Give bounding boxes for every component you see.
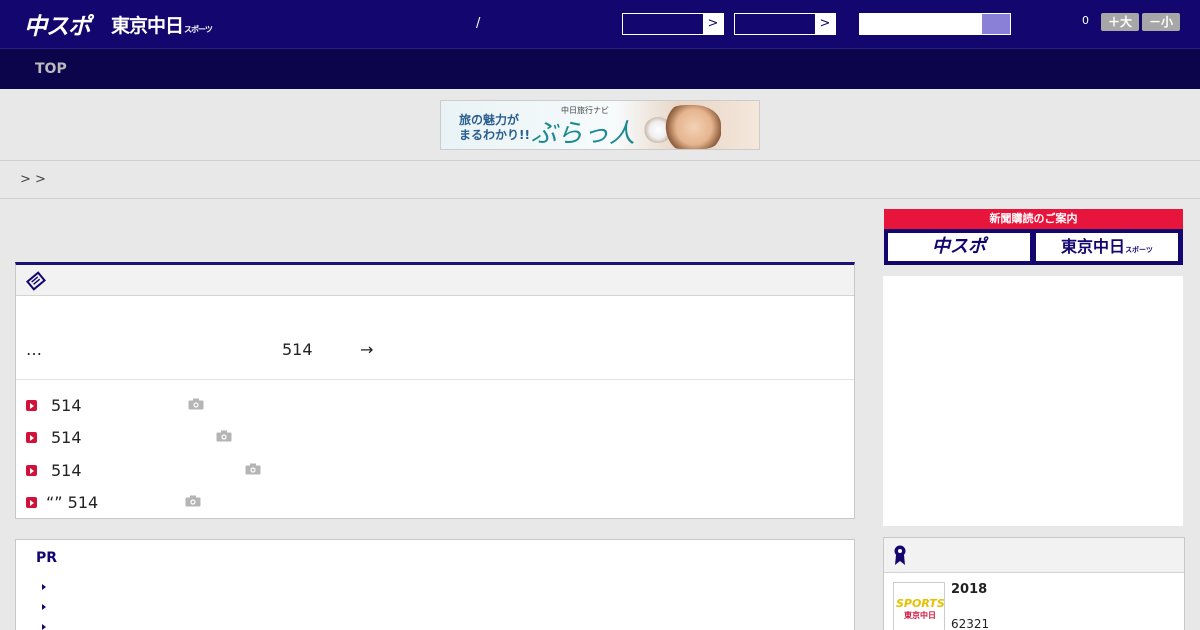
ranking-number: 62321	[951, 617, 990, 630]
ranking-thumbnail[interactable]: SPORTS!! 東京中日	[893, 582, 945, 630]
list-item-text: 514	[51, 428, 82, 447]
arrow-right-icon[interactable]: →	[360, 340, 373, 359]
list-item[interactable]: 514	[16, 427, 854, 449]
pr-title: PR	[36, 550, 58, 566]
list-item[interactable]: 514	[16, 460, 854, 482]
subscribe-tokyo-label: 東京中日	[1061, 237, 1126, 256]
banner-line2: まるわかり!!	[459, 128, 530, 142]
chuspo-logo[interactable]: 中スポ	[24, 7, 91, 41]
camera-icon	[245, 463, 261, 475]
play-icon	[26, 432, 37, 443]
thumb-subtitle: 東京中日	[904, 611, 936, 620]
search-input[interactable]	[859, 13, 1011, 35]
search-button[interactable]	[982, 14, 1010, 34]
breadcrumb[interactable]: > >	[20, 172, 46, 187]
font-smaller-button[interactable]: －小	[1142, 13, 1180, 31]
chevron-right-icon[interactable]: >	[815, 14, 835, 34]
subscribe-tokyo-button[interactable]: 東京中日スポーツ	[1036, 233, 1178, 261]
site-header: 中スポ 東京中日スポーツ / > > 0 ＋大 －小	[0, 0, 1200, 48]
tokyo-logo-suffix: スポーツ	[184, 25, 213, 34]
list-item-text: 514	[51, 461, 82, 480]
category-select-2[interactable]: >	[734, 13, 836, 35]
play-icon	[26, 465, 37, 476]
category-select-1[interactable]: >	[622, 13, 724, 35]
banner-small-text: 中日旅行ナビ	[561, 106, 609, 115]
lead-article[interactable]: … 514 →	[16, 297, 854, 380]
bullet-triangle-icon[interactable]	[42, 624, 46, 630]
divider	[0, 160, 1200, 161]
play-icon	[26, 400, 37, 411]
header-divider: /	[476, 16, 481, 31]
woman-photo	[661, 105, 721, 149]
list-item[interactable]: 514	[16, 395, 854, 417]
subscribe-chuspo-button[interactable]: 中スポ	[888, 233, 1030, 261]
list-item[interactable]: “” 514	[16, 492, 854, 514]
thumb-title: SPORTS!!	[896, 597, 945, 610]
subscribe-title: 新聞購読のご案内	[884, 209, 1183, 229]
counter-text: 0	[1082, 14, 1089, 27]
camera-icon	[185, 495, 201, 507]
list-item-text: “” 514	[46, 493, 99, 512]
newspaper-icon	[26, 271, 46, 291]
ranking-box: SPORTS!! 東京中日 2018 62321	[883, 537, 1185, 630]
chevron-right-icon[interactable]: >	[703, 14, 723, 34]
tokyo-logo-text: 東京中日	[111, 15, 184, 37]
subscription-box: 新聞購読のご案内 中スポ 東京中日スポーツ	[884, 209, 1183, 265]
news-box-header	[16, 265, 854, 296]
ranking-year[interactable]: 2018	[951, 582, 987, 597]
travel-ad-banner[interactable]: 旅の魅力が まるわかり!! ぶらっ人 中日旅行ナビ	[440, 100, 760, 150]
subscribe-tokyo-suffix: スポーツ	[1125, 246, 1153, 254]
banner-brand: ぶらっ人	[531, 119, 636, 149]
nav-item-top[interactable]: TOP	[35, 61, 67, 77]
divider	[0, 198, 1200, 199]
camera-icon	[188, 398, 204, 410]
bullet-triangle-icon[interactable]	[42, 604, 46, 610]
camera-icon	[216, 430, 232, 442]
ranking-header	[884, 538, 1184, 573]
news-list-box: … 514 → 514 514 514 “” 514	[15, 262, 855, 519]
bullet-triangle-icon[interactable]	[42, 584, 46, 590]
pr-box: PR	[15, 539, 855, 630]
ribbon-medal-icon	[894, 545, 906, 565]
list-item-text: 514	[51, 396, 82, 415]
tokyo-chunichi-logo[interactable]: 東京中日スポーツ	[111, 11, 213, 38]
lead-number: 514	[282, 340, 313, 359]
font-larger-button[interactable]: ＋大	[1101, 13, 1139, 31]
sidebar-ad[interactable]	[883, 276, 1183, 526]
global-nav: TOP	[0, 48, 1200, 89]
play-icon	[26, 497, 37, 508]
lead-ellipsis: …	[26, 340, 42, 359]
